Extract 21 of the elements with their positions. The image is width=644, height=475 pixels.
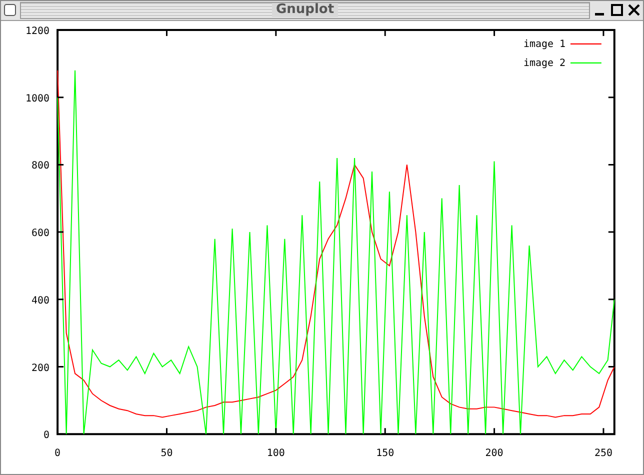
- window-menu-icon[interactable]: [3, 3, 17, 18]
- x-tick-label: 50: [160, 448, 173, 460]
- x-tick-label: 0: [54, 448, 61, 460]
- y-tick-label: 400: [32, 295, 50, 306]
- x-tick-label: 250: [594, 448, 612, 460]
- close-icon[interactable]: [627, 3, 641, 18]
- y-tick-label: 600: [32, 228, 50, 239]
- y-tick-label: 1000: [26, 93, 50, 104]
- maximize-icon[interactable]: [610, 3, 624, 18]
- y-tick-label: 200: [32, 362, 50, 374]
- y-tick-label: 800: [32, 160, 50, 172]
- legend-label: image 2: [523, 58, 566, 69]
- window-title: Gnuplot: [272, 3, 338, 18]
- legend-line: [570, 62, 602, 64]
- y-tick-label: 0: [44, 430, 50, 442]
- legend-line: [570, 43, 602, 44]
- y-tick-label: 1200: [26, 26, 50, 37]
- x-tick-label: 200: [485, 448, 504, 460]
- legend-label: image 1: [523, 38, 566, 50]
- x-tick-label: 150: [376, 448, 394, 460]
- x-tick-label: 100: [266, 448, 285, 460]
